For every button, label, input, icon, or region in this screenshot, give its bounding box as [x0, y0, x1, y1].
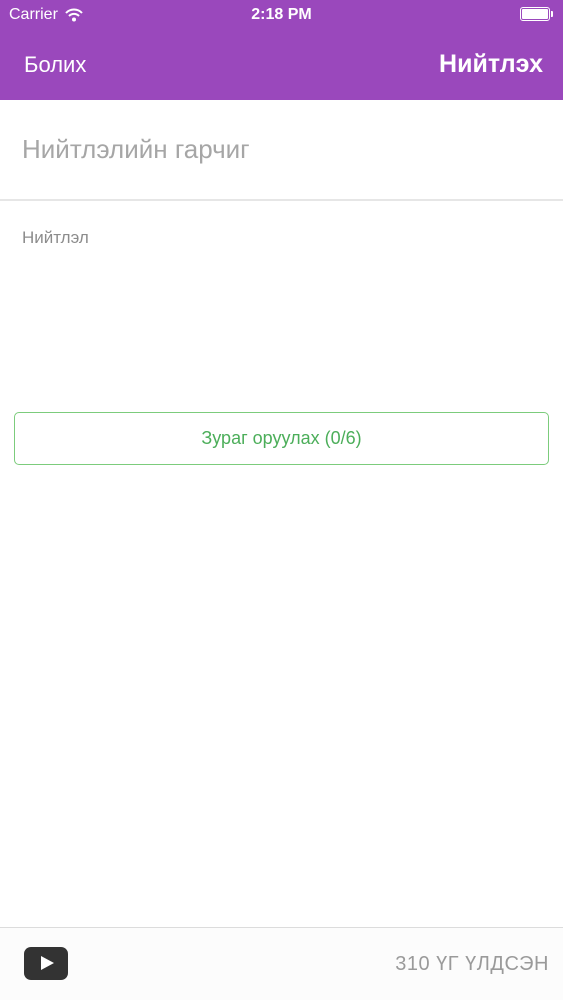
- post-body-input[interactable]: [0, 203, 563, 398]
- footer-bar: 310 ҮГ ҮЛДСЭН: [0, 927, 563, 1000]
- play-icon: [41, 956, 54, 970]
- publish-button[interactable]: Нийтлэх: [439, 50, 543, 79]
- add-image-button[interactable]: Зураг оруулах (0/6): [14, 412, 549, 465]
- add-image-label: Зураг оруулах (0/6): [201, 428, 362, 448]
- post-title-input[interactable]: [0, 100, 563, 201]
- words-left-counter: 310 ҮГ ҮЛДСЭН: [395, 953, 549, 975]
- status-time: 2:18 PM: [251, 6, 312, 23]
- header: Carrier 2:18 PM Болих Нийтлэх: [0, 0, 563, 100]
- add-video-button[interactable]: [24, 947, 68, 980]
- battery-icon: [520, 7, 554, 21]
- status-bar: Carrier 2:18 PM: [0, 0, 563, 30]
- cancel-button[interactable]: Болих: [24, 52, 86, 78]
